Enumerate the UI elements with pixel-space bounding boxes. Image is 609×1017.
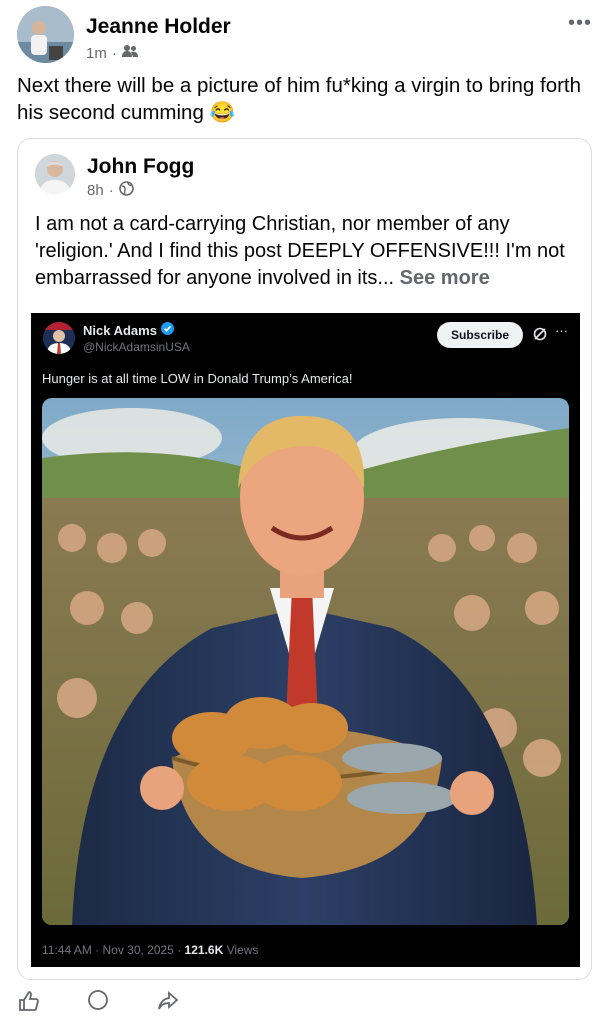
shared-post-text: I am not a card-carrying Christian, nor … — [35, 211, 580, 292]
friends-icon[interactable] — [121, 44, 138, 62]
post-text: Next there will be a picture of him fu*k… — [17, 72, 592, 126]
shared-post-meta: 8h · — [87, 181, 134, 200]
tweet-views-label: Views — [226, 943, 259, 957]
post-action-bar — [17, 990, 179, 1017]
shared-post-card[interactable]: John Fogg 8h · I am not a card-carrying … — [17, 138, 592, 980]
comment-icon[interactable] — [87, 990, 109, 1017]
grok-icon[interactable] — [533, 327, 547, 341]
tweet-avatar[interactable] — [43, 322, 75, 354]
shared-author-avatar[interactable] — [35, 154, 75, 194]
tweet-text: Hunger is at all time LOW in Donald Trum… — [42, 371, 353, 386]
shared-author-name[interactable]: John Fogg — [87, 155, 194, 179]
share-icon[interactable] — [157, 990, 179, 1017]
globe-icon[interactable] — [118, 181, 134, 200]
tweet-footer: 11:44 AM · Nov 30, 2025 · 121.6K Views — [42, 943, 258, 957]
tweet-author-label: Nick Adams — [83, 322, 157, 338]
post-text-body: Next there will be a picture of him fu*k… — [17, 74, 582, 124]
author-avatar[interactable] — [17, 6, 74, 63]
subscribe-button[interactable]: Subscribe — [437, 322, 523, 348]
tweet-author-name[interactable]: Nick Adams — [83, 322, 174, 338]
tweet-image[interactable] — [42, 398, 569, 925]
tweet-time[interactable]: 11:44 AM · Nov 30, 2025 · — [42, 943, 181, 957]
verified-badge-icon — [160, 322, 174, 338]
post-header: Jeanne Holder 1m · ••• — [17, 6, 592, 66]
see-more-link[interactable]: See more — [400, 267, 490, 289]
tweet-handle[interactable]: @NickAdamsinUSA — [83, 340, 190, 354]
more-options-icon[interactable]: ••• — [568, 12, 592, 35]
post-time[interactable]: 1m — [86, 45, 107, 62]
tweet-views-count: 121.6K — [184, 943, 224, 957]
laughing-emoji-icon: 😂 — [209, 101, 236, 124]
tweet-more-icon[interactable]: ··· — [555, 323, 568, 338]
meta-separator: · — [108, 182, 114, 199]
like-icon[interactable] — [17, 990, 39, 1017]
shared-post-time[interactable]: 8h — [87, 182, 104, 199]
post-meta: 1m · — [86, 44, 138, 62]
meta-separator: · — [111, 44, 117, 62]
embedded-tweet[interactable]: Nick Adams @NickAdamsinUSA Subscribe ···… — [31, 313, 580, 967]
author-name[interactable]: Jeanne Holder — [86, 15, 231, 39]
tweet-image-illustration — [42, 398, 569, 925]
